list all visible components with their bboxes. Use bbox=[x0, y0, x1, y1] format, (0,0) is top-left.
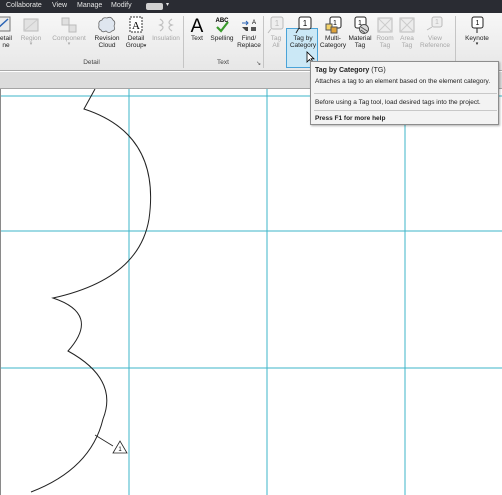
view-reference-button[interactable]: 1 View Reference bbox=[418, 16, 452, 49]
tag-by-category-button[interactable]: 1 Tag by Category bbox=[287, 16, 319, 49]
insulation-icon bbox=[158, 18, 174, 32]
chevron-down-icon[interactable]: ▾ bbox=[166, 1, 169, 8]
region-button[interactable]: Region ▾ bbox=[16, 16, 46, 47]
svg-text:A: A bbox=[191, 16, 204, 34]
spelling-button[interactable]: ABC Spelling bbox=[208, 16, 236, 42]
svg-text:1: 1 bbox=[303, 19, 308, 28]
menu-bar: Collaborate View Manage Modify ▾ bbox=[0, 0, 502, 13]
svg-text:1: 1 bbox=[476, 20, 480, 27]
view-drawing: 1 bbox=[1, 89, 502, 495]
find-replace-icon: A bbox=[242, 20, 256, 31]
svg-text:A: A bbox=[252, 20, 256, 26]
find-replace-button[interactable]: A Find/ Replace bbox=[236, 16, 262, 49]
region-icon bbox=[23, 18, 39, 32]
menu-collaborate[interactable]: Collaborate bbox=[6, 2, 42, 9]
tooltip-help: Press F1 for more help bbox=[315, 115, 386, 122]
text-button[interactable]: A Text bbox=[186, 16, 208, 42]
panel-separator bbox=[263, 16, 264, 68]
detail-line-button[interactable]: etail ne bbox=[0, 16, 12, 49]
view-reference-icon: 1 bbox=[426, 16, 443, 31]
tooltip-title: Tag by Category bbox=[315, 67, 370, 74]
text-icon: A bbox=[191, 16, 204, 34]
detail-group-button[interactable]: A Detail Group▾ bbox=[123, 16, 149, 50]
multi-category-button[interactable]: 1 Multi- Category bbox=[318, 16, 348, 49]
component-button[interactable]: Component ▾ bbox=[51, 16, 87, 47]
detail-panel-label: Detail bbox=[83, 59, 100, 66]
revision-cloud-icon bbox=[98, 16, 116, 33]
tooltip-note: Before using a Tag tool, load desired ta… bbox=[315, 99, 481, 106]
drawing-canvas[interactable]: 1 bbox=[0, 89, 502, 495]
tooltip-divider bbox=[314, 93, 497, 94]
area-tag-icon bbox=[399, 17, 415, 33]
svg-text:A: A bbox=[132, 20, 140, 32]
detail-group-icon: A bbox=[129, 16, 143, 33]
room-tag-button[interactable]: Room Tag bbox=[373, 16, 397, 49]
menu-view[interactable]: View bbox=[52, 2, 67, 9]
tag-leader-line bbox=[94, 434, 114, 447]
menu-manage[interactable]: Manage bbox=[77, 2, 102, 9]
tooltip-divider bbox=[314, 110, 497, 111]
material-tag-button[interactable]: 1 Material Tag bbox=[346, 16, 374, 49]
tag-all-icon: 1 bbox=[267, 16, 284, 34]
contextual-dropdown-button[interactable] bbox=[146, 3, 163, 10]
keynote-icon: 1 bbox=[471, 16, 484, 33]
keynote-button[interactable]: 1 Keynote ▾ bbox=[460, 16, 494, 47]
multi-category-icon: 1 bbox=[325, 16, 342, 34]
spelling-icon: ABC bbox=[216, 18, 229, 33]
revision-cloud-button[interactable]: Revision Cloud bbox=[91, 16, 123, 49]
svg-text:1: 1 bbox=[435, 19, 439, 26]
svg-text:1: 1 bbox=[275, 19, 280, 28]
tag-all-button[interactable]: 1 Tag All bbox=[265, 16, 287, 49]
detail-line-icon bbox=[0, 16, 11, 32]
tooltip: Tag by Category (TG) Attaches a tag to a… bbox=[310, 61, 499, 125]
svg-text:1: 1 bbox=[333, 20, 337, 27]
menu-modify[interactable]: Modify bbox=[111, 2, 132, 9]
panel-launcher-icon[interactable]: ↘ bbox=[256, 60, 261, 67]
component-icon bbox=[61, 17, 77, 33]
area-tag-button[interactable]: Area Tag bbox=[396, 16, 418, 49]
revision-cloud[interactable] bbox=[30, 89, 152, 493]
revision-tag[interactable]: 1 bbox=[112, 440, 128, 454]
tooltip-shortcut: (TG) bbox=[371, 67, 386, 74]
tooltip-description: Attaches a tag to an element based on th… bbox=[315, 78, 491, 85]
insulation-button[interactable]: Insulation bbox=[150, 16, 182, 42]
material-tag-icon: 1 bbox=[354, 16, 369, 34]
room-tag-icon bbox=[377, 17, 393, 33]
text-panel-label: Text bbox=[217, 59, 229, 66]
tag-by-category-icon: 1 bbox=[295, 16, 312, 34]
